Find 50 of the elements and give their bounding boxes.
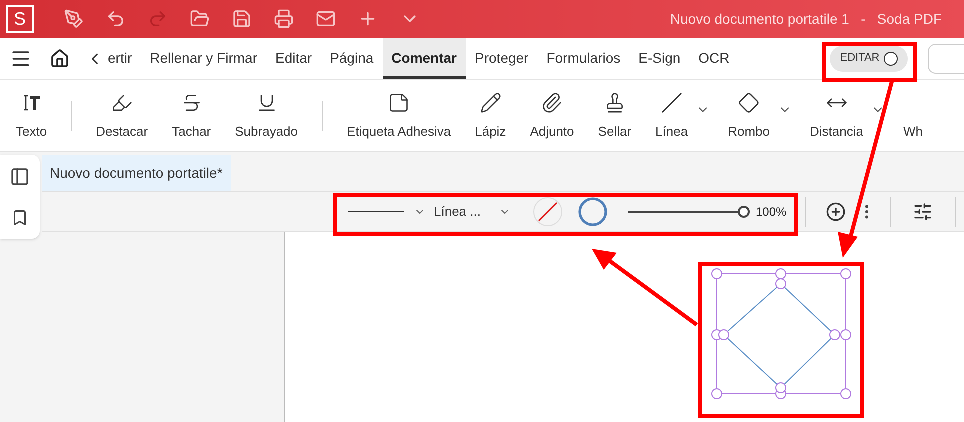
tool-button[interactable]: Adjunto	[518, 86, 586, 146]
ribbon-tab[interactable]: Editar	[266, 38, 322, 79]
line-icon	[660, 92, 683, 114]
ribbon-tab[interactable]: Página	[321, 38, 383, 79]
tool-button[interactable]: Destacar	[84, 86, 160, 146]
ribbon-tab[interactable]: ertir	[108, 38, 142, 79]
document-tab[interactable]: Nuovo documento portatile*	[42, 155, 231, 191]
paperclip-icon	[541, 92, 564, 114]
tool-button[interactable]: Etiqueta Adhesiva	[335, 86, 464, 146]
tool-button[interactable]: Distancia	[798, 86, 866, 146]
print-icon[interactable]	[274, 9, 294, 29]
tool-button[interactable]: Wh	[891, 86, 935, 146]
undo-icon[interactable]	[106, 9, 126, 29]
pencil-icon	[480, 92, 502, 114]
bookmark-icon[interactable]	[11, 209, 29, 227]
ribbon-tab[interactable]: Formularios	[538, 38, 630, 79]
tool-button[interactable]: Subrayado	[223, 86, 310, 146]
tool-button[interactable]: Tachar	[160, 86, 224, 146]
add-circle-icon[interactable]	[826, 202, 846, 222]
tool-button[interactable]: Texto	[4, 86, 60, 146]
ribbon-tab[interactable]: Proteger	[466, 38, 538, 79]
save-icon[interactable]	[232, 9, 252, 29]
panel-icon[interactable]	[10, 167, 30, 187]
ribbon-tab[interactable]: OCR	[690, 38, 739, 79]
ribbon-tab[interactable]: Comentar	[382, 38, 466, 79]
home-icon[interactable]	[50, 48, 70, 68]
mail-icon[interactable]	[316, 9, 336, 29]
ribbon-tab[interactable]: Rellenar y Firmar	[141, 38, 266, 79]
toggle-knob	[884, 52, 898, 66]
opacity-value: 100%	[756, 204, 787, 220]
diamond-icon	[738, 92, 760, 114]
diamond-shape-drawing[interactable]	[710, 268, 854, 402]
window-title: Nuovo documento portatile 1 - Soda PDF	[670, 10, 942, 29]
folder-icon[interactable]	[190, 9, 210, 29]
no-fill-swatch[interactable]	[532, 196, 563, 226]
slider-thumb[interactable]	[738, 206, 750, 218]
sticky-note-icon	[388, 92, 410, 114]
pen-nib-icon[interactable]	[64, 9, 84, 29]
edit-toggle[interactable]: EDITAR	[830, 46, 908, 72]
line-type-dropdown[interactable]: Línea ...	[434, 202, 481, 222]
stroke-color-swatch[interactable]	[578, 196, 608, 226]
settings-icon[interactable]	[912, 202, 933, 222]
tool-button[interactable]: Sellar	[586, 86, 644, 146]
tool-button[interactable]: Rombo	[716, 86, 772, 146]
app-logo: S	[6, 5, 34, 33]
opacity-slider[interactable]	[628, 206, 750, 218]
ribbon-tab[interactable]: E-Sign	[630, 38, 690, 79]
input-field[interactable]	[928, 44, 964, 74]
tool-button[interactable]: Lápiz	[463, 86, 518, 146]
tool-button[interactable]: Línea	[644, 86, 690, 146]
